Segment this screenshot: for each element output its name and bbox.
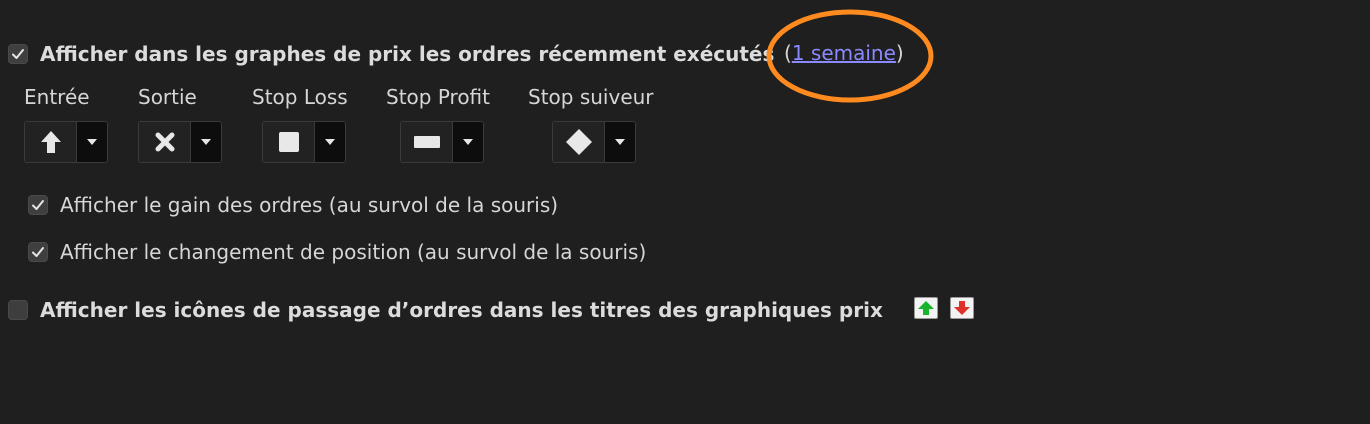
show-recent-orders-checkbox[interactable] [8, 44, 28, 64]
chevron-down-icon[interactable] [190, 122, 221, 162]
chevron-down-icon[interactable] [314, 122, 345, 162]
checkmark-icon [32, 247, 44, 257]
show-order-icons-label: Afficher les icônes de passage d’ordres … [40, 298, 883, 322]
checkmark-icon [12, 49, 24, 59]
buy-order-icon [914, 297, 938, 319]
chevron-down-icon[interactable] [452, 122, 483, 162]
bar-icon [413, 136, 440, 148]
red-down-arrow-icon [954, 301, 970, 315]
header-stop-profit: Stop Profit [386, 85, 490, 109]
up-arrow-icon [40, 131, 61, 153]
sortie-marker-select[interactable] [138, 121, 222, 163]
header-stop-loss: Stop Loss [252, 85, 348, 109]
header-stop-suiveur: Stop suiveur [528, 85, 654, 109]
show-recent-orders-label: Afficher dans les graphes de prix les or… [40, 42, 775, 66]
checkmark-icon [32, 200, 44, 210]
sell-order-icon [950, 297, 974, 319]
show-position-change-label: Afficher le changement de position (au s… [60, 240, 647, 264]
stop-profit-marker-select[interactable] [400, 121, 484, 163]
entree-marker-select[interactable] [24, 121, 108, 163]
chevron-down-icon[interactable] [604, 122, 635, 162]
green-up-arrow-icon [918, 301, 934, 315]
header-entree: Entrée [24, 85, 90, 109]
stop-loss-marker-select[interactable] [262, 121, 346, 163]
cross-icon [155, 132, 174, 152]
square-icon [278, 132, 299, 152]
diamond-icon [565, 129, 592, 155]
show-position-change-checkbox[interactable] [28, 242, 48, 262]
show-gain-checkbox[interactable] [28, 195, 48, 215]
show-gain-label: Afficher le gain des ordres (au survol d… [60, 193, 559, 217]
chevron-down-icon[interactable] [76, 122, 107, 162]
header-sortie: Sortie [138, 85, 197, 109]
stop-suiveur-marker-select[interactable] [552, 121, 636, 163]
highlight-ellipse [766, 9, 934, 103]
show-order-icons-checkbox[interactable] [8, 300, 28, 320]
